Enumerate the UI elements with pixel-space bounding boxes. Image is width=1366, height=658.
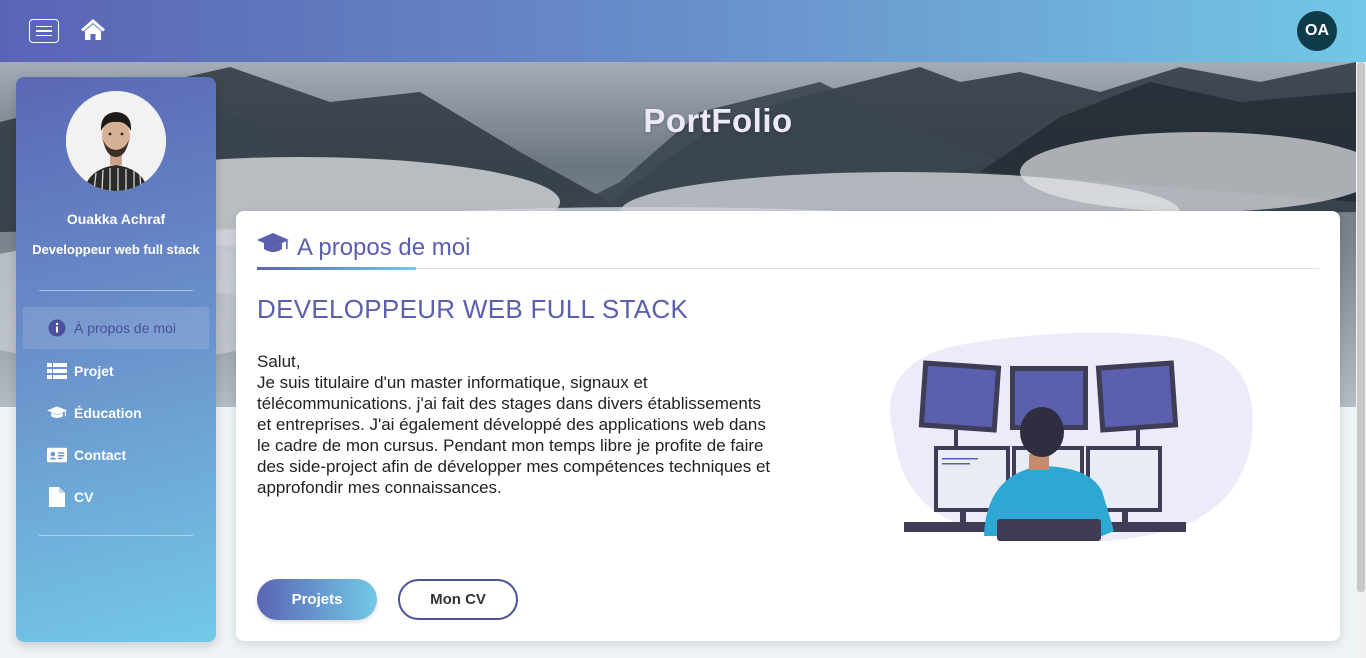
- profile-role: Developpeur web full stack: [32, 242, 200, 257]
- about-text: Salut, Je suis titulaire d'un master inf…: [257, 351, 777, 498]
- list-icon: [47, 363, 67, 379]
- heading-underline: [257, 268, 1319, 269]
- sidebar-item-label: Éducation: [74, 405, 142, 421]
- graduation-cap-icon: [257, 233, 289, 262]
- sidebar-item-contact[interactable]: Contact: [23, 434, 209, 476]
- profile-sidebar: Ouakka Achraf Developpeur web full stack…: [16, 77, 216, 642]
- sidebar-divider: [39, 290, 193, 291]
- hamburger-menu-icon[interactable]: [29, 19, 59, 43]
- sidebar-item-label: À propos de moi: [74, 320, 176, 336]
- profile-avatar: [66, 91, 166, 191]
- profile-name: Ouakka Achraf: [66, 211, 166, 227]
- top-navbar: OA: [0, 0, 1366, 62]
- user-avatar-button[interactable]: OA: [1297, 11, 1337, 51]
- greeting-text: Salut,: [257, 352, 301, 371]
- home-icon[interactable]: [80, 17, 106, 43]
- sidebar-divider: [39, 535, 193, 536]
- id-card-icon: [47, 447, 67, 463]
- sidebar-item-label: Contact: [74, 447, 127, 463]
- bio-text: Je suis titulaire d'un master informatiq…: [257, 373, 771, 497]
- info-circle-icon: [47, 319, 67, 337]
- sidebar-item-projet[interactable]: Projet: [23, 350, 209, 392]
- sidebar-item-about[interactable]: À propos de moi: [23, 307, 209, 349]
- sidebar-item-label: CV: [74, 489, 94, 505]
- job-title: DEVELOPPEUR WEB FULL STACK: [257, 294, 689, 324]
- my-cv-button[interactable]: Mon CV: [398, 579, 518, 620]
- about-card: A propos de moi DEVELOPPEUR WEB FULL STA…: [236, 211, 1340, 641]
- sidebar-item-education[interactable]: Éducation: [23, 392, 209, 434]
- graduation-cap-icon: [47, 405, 67, 421]
- about-heading-text: A propos de moi: [297, 233, 471, 261]
- heading-underline-accent: [257, 267, 416, 270]
- projects-button[interactable]: Projets: [257, 579, 377, 620]
- file-icon: [47, 487, 67, 507]
- page-scrollbar[interactable]: [1356, 62, 1366, 658]
- about-heading: A propos de moi: [257, 233, 470, 262]
- developer-illustration: [864, 326, 1264, 546]
- sidebar-item-cv[interactable]: CV: [23, 476, 209, 518]
- sidebar-item-label: Projet: [74, 363, 114, 379]
